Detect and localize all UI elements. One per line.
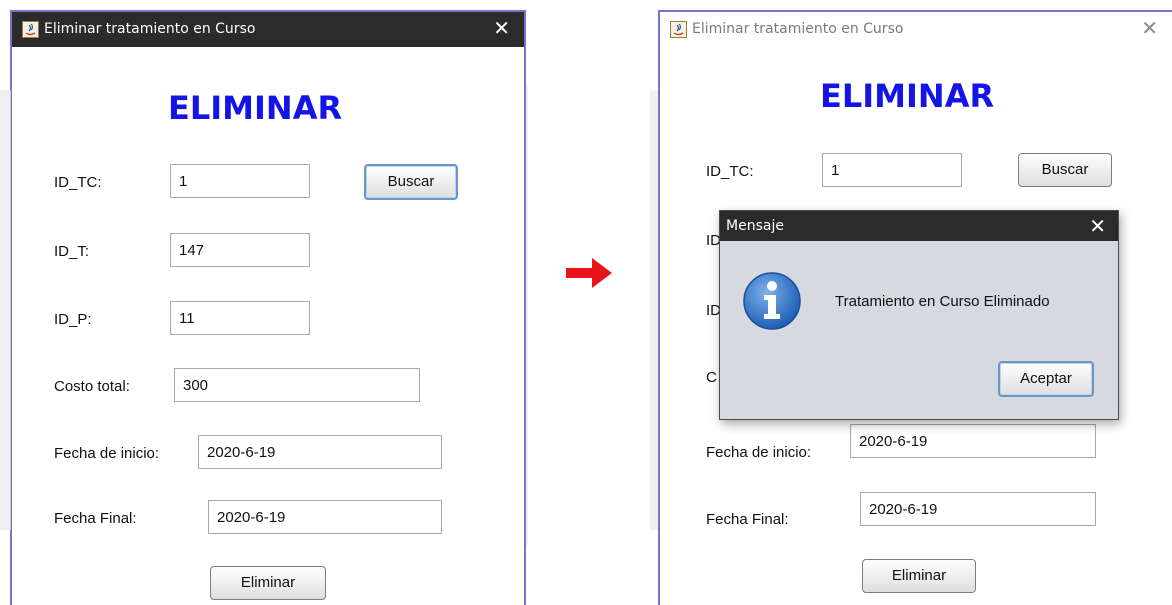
buscar-button[interactable]: Buscar (364, 164, 458, 200)
id-tc-input[interactable]: 1 (822, 153, 962, 187)
fecha-inicio-label: Fecha de inicio: (706, 444, 812, 461)
costo-total-input[interactable]: 300 (174, 368, 420, 402)
eliminar-button[interactable]: Eliminar (862, 559, 976, 593)
info-icon (743, 272, 801, 330)
fecha-final-label: Fecha Final: (54, 510, 137, 527)
dialog-title: Mensaje (726, 218, 784, 234)
left-client-area: ELIMINAR ID_TC: 1 Buscar ID_T: 147 ID_P:… (12, 47, 524, 605)
id-tc-label: ID_TC: (706, 163, 754, 180)
page-title: ELIMINAR (820, 77, 995, 115)
fecha-inicio-label: Fecha de inicio: (54, 445, 160, 462)
id-p-input[interactable]: 11 (170, 301, 310, 335)
fecha-final-input[interactable]: 2020-6-19 (208, 500, 442, 534)
fecha-final-label: Fecha Final: (706, 511, 789, 528)
close-icon[interactable]: ✕ (1141, 17, 1158, 39)
window-title: Eliminar tratamiento en Curso (44, 21, 256, 37)
buscar-button[interactable]: Buscar (1018, 153, 1112, 187)
page-title: ELIMINAR (168, 89, 343, 127)
costo-total-label: Costo total: (54, 378, 130, 395)
background-window-edge (0, 90, 11, 530)
right-arrow-icon (566, 258, 612, 288)
dialog-message: Tratamiento en Curso Eliminado (835, 293, 1050, 310)
id-p-label: ID_P: (54, 311, 92, 328)
java-app-icon (670, 21, 687, 38)
message-dialog: Mensaje ✕ Tratamiento en Curso Eliminado… (719, 210, 1119, 420)
java-app-icon (22, 21, 39, 38)
costo-total-label: C (706, 369, 717, 386)
close-icon[interactable]: ✕ (1089, 214, 1106, 238)
fecha-inicio-input[interactable]: 2020-6-19 (198, 435, 442, 469)
left-titlebar[interactable]: Eliminar tratamiento en Curso ✕ (12, 12, 524, 47)
background-window-edge (526, 85, 528, 545)
window-title: Eliminar tratamiento en Curso (692, 21, 904, 37)
left-window: Eliminar tratamiento en Curso ✕ ELIMINAR… (10, 10, 526, 605)
aceptar-button[interactable]: Aceptar (998, 361, 1094, 397)
dialog-titlebar[interactable]: Mensaje ✕ (720, 211, 1118, 241)
id-tc-input[interactable]: 1 (170, 164, 310, 198)
eliminar-button[interactable]: Eliminar (210, 566, 326, 600)
id-t-input[interactable]: 147 (170, 233, 310, 267)
fecha-final-input[interactable]: 2020-6-19 (860, 492, 1096, 526)
fecha-inicio-input[interactable]: 2020-6-19 (850, 424, 1096, 458)
id-t-label: ID_T: (54, 243, 90, 260)
close-icon[interactable]: ✕ (493, 17, 510, 39)
right-titlebar[interactable]: Eliminar tratamiento en Curso ✕ (660, 12, 1172, 47)
id-tc-label: ID_TC: (54, 174, 102, 191)
